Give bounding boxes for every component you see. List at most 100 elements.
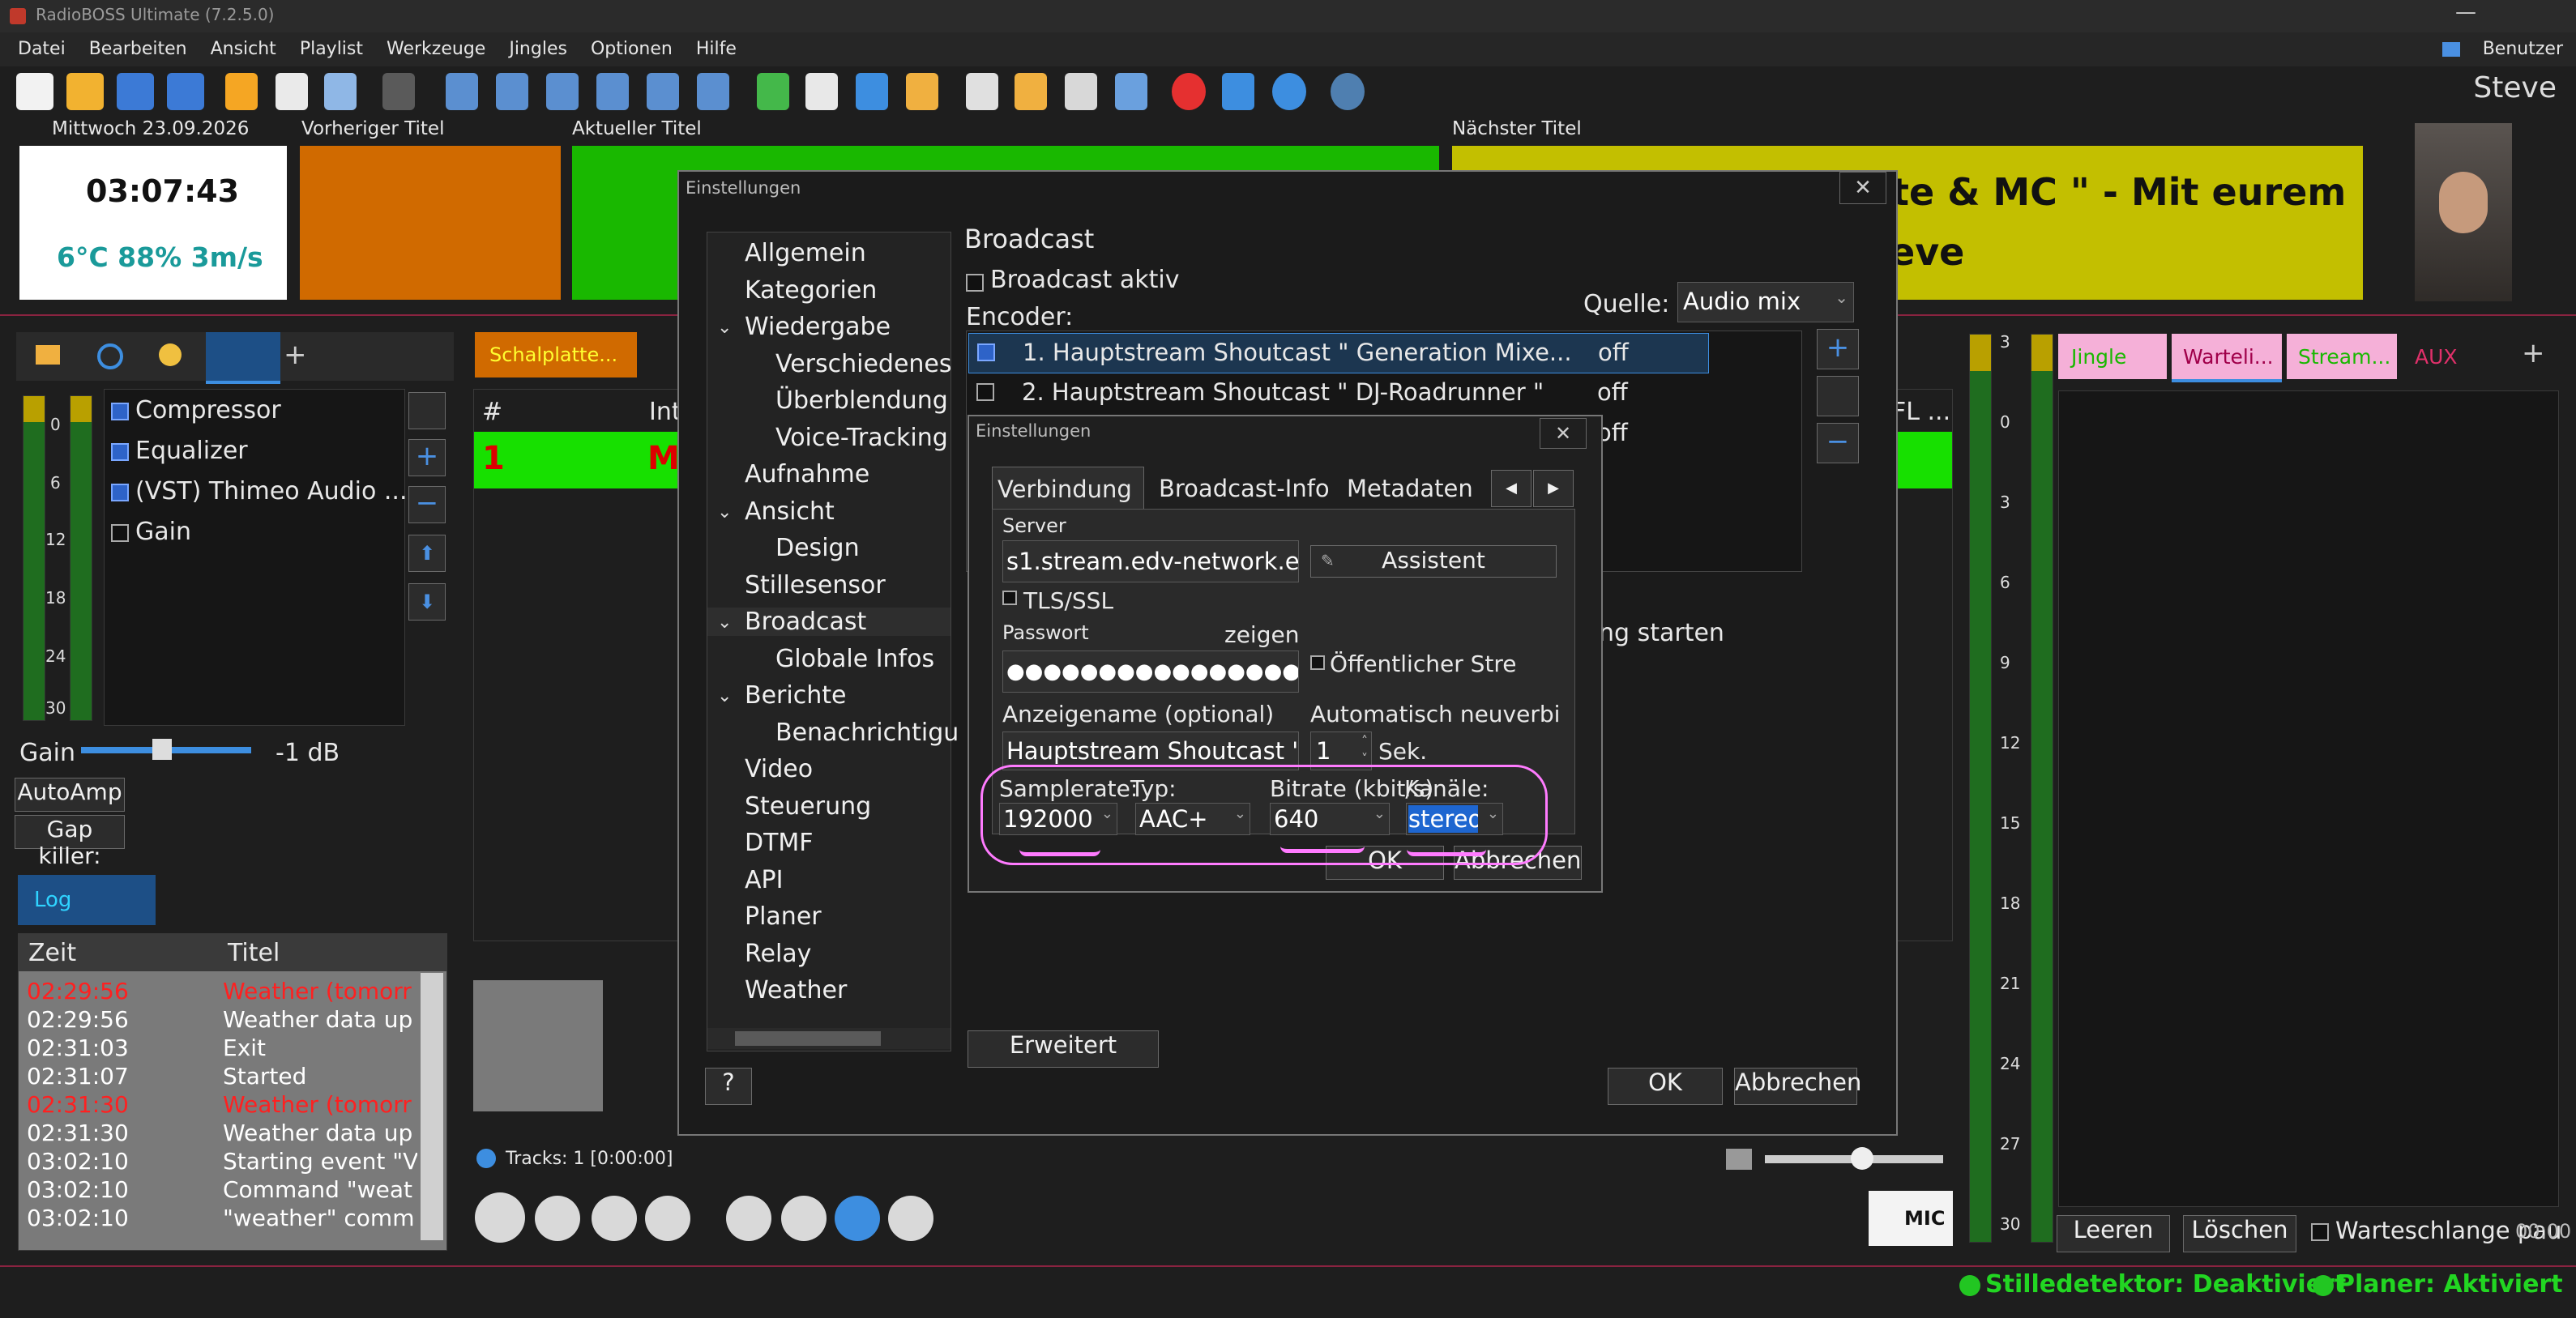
tree-item-voice-tracking[interactable]: Voice-Tracking	[775, 424, 948, 452]
copy-icon[interactable]	[276, 73, 308, 110]
next-button[interactable]	[535, 1196, 580, 1241]
view-icon-3[interactable]	[546, 73, 579, 110]
delete-button[interactable]: Löschen	[2183, 1215, 2296, 1252]
menu-jingles[interactable]: Jingles	[509, 39, 567, 59]
effect-remove-icon[interactable]: −	[408, 486, 446, 523]
tree-item-verschiedenes[interactable]: Verschiedenes	[775, 350, 952, 378]
tree-item-steuerung[interactable]: Steuerung	[745, 792, 871, 821]
settings-gear-icon[interactable]	[1331, 73, 1365, 110]
menu-werkzeuge[interactable]: Werkzeuge	[387, 39, 485, 59]
add-track-icon[interactable]	[757, 73, 789, 110]
gapkiller-button[interactable]: Gap killer:	[15, 815, 125, 869]
tree-scrollbar[interactable]	[707, 1028, 951, 1049]
tree-item-relay[interactable]: Relay	[745, 940, 811, 968]
tree-item-kategorien[interactable]: Kategorien	[745, 276, 877, 305]
mic-button[interactable]: MIC	[1869, 1191, 1953, 1246]
stream-tab[interactable]: Stream...	[2287, 334, 2397, 379]
public-checkbox[interactable]	[1310, 655, 1325, 670]
save-as-icon[interactable]	[167, 73, 204, 110]
record-icon[interactable]	[1172, 73, 1206, 110]
menu-optionen[interactable]: Optionen	[591, 39, 673, 59]
menu-bearbeiten[interactable]: Bearbeiten	[89, 39, 187, 59]
tree-item-globale-infos[interactable]: Globale Infos	[775, 645, 934, 673]
menu-playlist[interactable]: Playlist	[300, 39, 363, 59]
menu-ansicht[interactable]: Ansicht	[211, 39, 276, 59]
log-tab[interactable]: Log	[18, 875, 156, 925]
tree-scroll-thumb[interactable]	[735, 1031, 881, 1046]
add-file-icon[interactable]	[805, 73, 838, 110]
effects-tab-icon[interactable]	[206, 332, 280, 384]
search-icon[interactable]	[97, 343, 123, 369]
settings-ok-button[interactable]: OK	[1608, 1068, 1723, 1105]
right-add-tab-icon[interactable]: +	[2522, 337, 2545, 369]
effect-settings-icon[interactable]	[408, 392, 446, 429]
encoder-row-2[interactable]: 2. Hauptstream Shoutcast " DJ-Roadrunner…	[968, 373, 1707, 412]
chevron-down-icon[interactable]: ⌄	[717, 318, 732, 338]
wizard-icon[interactable]	[1065, 73, 1097, 110]
chevron-down-icon[interactable]: ⌄	[717, 502, 732, 523]
encoder-1-checkbox[interactable]	[977, 343, 995, 361]
source-select[interactable]: Audio mix ⌄	[1677, 282, 1854, 322]
tree-item-dtmf[interactable]: DTMF	[745, 829, 814, 857]
log-scrollbar[interactable]	[421, 973, 443, 1240]
effect-down-icon[interactable]: ⬇	[408, 583, 446, 621]
encoder-remove-button[interactable]: −	[1817, 423, 1859, 463]
tab-verbindung[interactable]: Verbindung	[992, 467, 1144, 510]
broadcast-active-checkbox[interactable]	[966, 274, 984, 292]
password-input[interactable]: ●●●●●●●●●●●●●●●●●●	[1002, 650, 1299, 693]
chevron-down-icon[interactable]: ⌄	[717, 686, 732, 706]
minimize-button[interactable]: —	[2455, 0, 2476, 24]
tab-metadaten[interactable]: Metadaten	[1347, 475, 1473, 502]
tree-item-weather[interactable]: Weather	[745, 976, 847, 1004]
aux-tab[interactable]: AUX	[2415, 345, 2458, 369]
tree-item-berichte[interactable]: Berichte	[745, 681, 846, 710]
tree-item-wiedergabe[interactable]: Wiedergabe	[745, 313, 891, 341]
effect-add-icon[interactable]: +	[408, 439, 446, 476]
volume-icon[interactable]	[1726, 1149, 1752, 1170]
spinner-icon[interactable]: ˄ ˅	[1361, 732, 1368, 768]
tree-item-design[interactable]: Design	[775, 534, 860, 562]
assistant-button[interactable]: ✎ Assistent	[1310, 545, 1557, 578]
tree-item-ansicht[interactable]: Ansicht	[745, 497, 835, 526]
autoamp-button[interactable]: AutoAmp	[15, 778, 125, 812]
effect-equalizer-checkbox[interactable]	[111, 443, 129, 461]
help-button[interactable]: ?	[705, 1068, 752, 1105]
tree-item-api[interactable]: API	[745, 866, 783, 894]
tree-item-allgemein[interactable]: Allgemein	[745, 239, 866, 267]
tree-item-video[interactable]: Video	[745, 755, 813, 783]
new-icon[interactable]	[16, 73, 53, 110]
settings-cancel-button[interactable]: Abbrechen	[1734, 1068, 1861, 1105]
globe-icon[interactable]	[1272, 73, 1306, 110]
view-icon-5[interactable]	[647, 73, 679, 110]
tree-item-broadcast[interactable]: Broadcast	[707, 608, 951, 636]
tree-item--berblendung[interactable]: Überblendung	[775, 386, 948, 415]
effect-up-icon[interactable]: ⬆	[408, 535, 446, 572]
clipboard-icon[interactable]	[1115, 73, 1147, 110]
undo-icon[interactable]	[382, 73, 415, 110]
server-input[interactable]: s1.stream.edv-network.eu	[1002, 540, 1299, 582]
tls-checkbox[interactable]	[1002, 591, 1017, 605]
tree-item-planer[interactable]: Planer	[745, 902, 822, 931]
play-button[interactable]	[475, 1192, 525, 1243]
stop-button[interactable]	[645, 1196, 690, 1241]
tab-broadcast-info[interactable]: Broadcast-Info	[1159, 475, 1330, 502]
menu-hilfe[interactable]: Hilfe	[696, 39, 737, 59]
volume-slider-thumb[interactable]	[1851, 1147, 1873, 1170]
effect-vst-checkbox[interactable]	[111, 484, 129, 501]
menu-datei[interactable]: Datei	[18, 39, 66, 59]
settings-close-icon[interactable]: ✕	[1839, 172, 1886, 204]
clear-button[interactable]: Leeren	[2057, 1215, 2170, 1252]
user-button[interactable]: Benutzer	[2424, 32, 2563, 66]
advanced-button[interactable]: Erweitert	[968, 1030, 1159, 1068]
add-folder-icon[interactable]	[856, 73, 888, 110]
tab-scroll-right-icon[interactable]: ▶	[1533, 470, 1574, 507]
effect-gain-checkbox[interactable]	[111, 524, 129, 542]
view-icon-2[interactable]	[496, 73, 528, 110]
paste-icon[interactable]	[324, 73, 357, 110]
effect-compressor-checkbox[interactable]	[111, 403, 129, 420]
chevron-down-icon[interactable]: ⌄	[717, 612, 732, 633]
folder-icon[interactable]	[36, 345, 60, 365]
report-icon[interactable]	[966, 73, 998, 110]
block-button[interactable]	[781, 1196, 827, 1241]
pause-button[interactable]	[592, 1196, 637, 1241]
